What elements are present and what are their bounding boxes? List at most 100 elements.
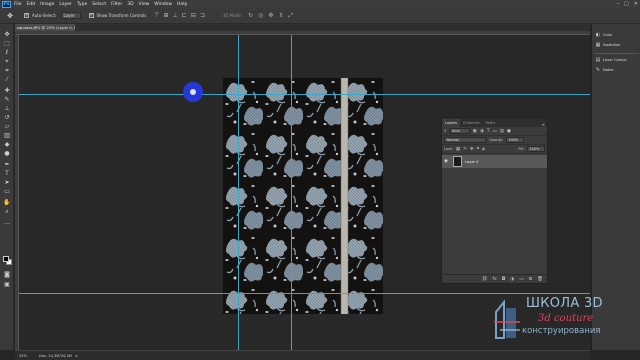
drag-3d-icon[interactable]: ✥ xyxy=(268,12,273,20)
menu-help[interactable]: Help xyxy=(177,2,187,7)
show-transform-checkbox[interactable] xyxy=(88,12,94,18)
delete-layer-icon[interactable]: 🗑︎ xyxy=(537,277,543,282)
marquee-tool-icon[interactable]: ⬚ xyxy=(2,39,12,48)
filter-kind-dropdown[interactable]: Kind xyxy=(449,128,470,134)
clone-stamp-tool-icon[interactable]: ⊥ xyxy=(2,104,12,113)
menu-layer[interactable]: Layer xyxy=(59,2,72,7)
minimize-icon[interactable]: – xyxy=(617,1,620,7)
add-mask-icon[interactable]: ◘ xyxy=(502,277,506,282)
eraser-tool-icon[interactable]: ▱ xyxy=(2,122,12,131)
filter-smart-object-icon[interactable]: ▤ xyxy=(500,129,504,134)
auto-select-checkbox[interactable] xyxy=(24,12,29,18)
filter-type-icon[interactable]: T xyxy=(487,129,490,134)
document-tab-bar: sapvaza.JPG @ 25% (Layer 0, RGB/8) xyxy=(15,24,590,31)
align-top-icon[interactable]: ⊤ xyxy=(154,12,159,19)
3d-mode-buttons: ↻ ◎ ✥ ⇕ ⤢ xyxy=(248,12,293,20)
dock-swatches[interactable]: ▦ Swatches xyxy=(595,40,621,50)
path-selection-tool-icon[interactable]: ➤ xyxy=(2,178,12,187)
menu-view[interactable]: View xyxy=(139,2,150,7)
align-bottom-icon[interactable]: ⊥ xyxy=(173,12,178,19)
filter-pixel-icon[interactable]: ▣ xyxy=(473,129,477,134)
lace-fabric-image xyxy=(223,78,383,314)
tab-paths[interactable]: Paths xyxy=(483,119,499,127)
filter-adjustment-icon[interactable]: ◑ xyxy=(480,129,484,134)
quick-select-tool-icon[interactable]: ⌖ xyxy=(2,57,12,66)
eyedropper-tool-icon[interactable]: ⁄ xyxy=(2,75,12,84)
more-tools-icon[interactable]: … xyxy=(2,218,12,227)
opacity-input[interactable]: 100% xyxy=(505,137,524,143)
menu-edit[interactable]: Edit xyxy=(27,2,36,7)
tab-channels[interactable]: Channels xyxy=(460,119,483,127)
pen-tool-icon[interactable]: ✒ xyxy=(2,160,12,169)
roll-3d-icon[interactable]: ◎ xyxy=(258,12,263,20)
scale-3d-icon[interactable]: ⤢ xyxy=(288,12,293,20)
screen-mode-icon[interactable]: ▣ xyxy=(2,280,12,289)
blur-tool-icon[interactable]: ◆ xyxy=(2,140,12,149)
link-layers-icon[interactable]: ⛓ xyxy=(482,277,488,282)
filter-toggle-icon[interactable]: ● xyxy=(507,129,511,134)
blend-mode-dropdown[interactable]: Normal xyxy=(444,137,486,143)
maximize-icon[interactable]: □ xyxy=(624,1,629,7)
layer-style-icon[interactable]: fx xyxy=(492,277,496,282)
lasso-tool-icon[interactable]: ℓ xyxy=(2,48,12,57)
shape-tool-icon[interactable]: ▭ xyxy=(2,187,12,196)
menu-window[interactable]: Window xyxy=(154,2,172,7)
layer-row[interactable]: ◉ Layer 0 xyxy=(442,155,547,168)
menu-image[interactable]: Image xyxy=(40,2,54,7)
menu-filter[interactable]: Filter xyxy=(111,2,122,7)
filter-shape-icon[interactable]: ▭ xyxy=(492,129,496,134)
status-menu-arrow-icon[interactable]: ▸ xyxy=(76,354,78,358)
healing-brush-tool-icon[interactable]: ✚ xyxy=(2,86,12,95)
foreground-color-swatch[interactable] xyxy=(3,256,9,262)
lock-image-icon[interactable]: ✎ xyxy=(463,147,467,152)
fill-input[interactable]: 100% xyxy=(527,146,545,152)
quick-mask-icon[interactable]: ◙ xyxy=(2,270,12,279)
type-tool-icon[interactable]: T xyxy=(2,169,12,178)
horizontal-guide-top[interactable] xyxy=(19,94,590,95)
tab-layers[interactable]: Layers xyxy=(442,119,460,127)
history-brush-tool-icon[interactable]: ↺ xyxy=(2,113,12,122)
slide-3d-icon[interactable]: ⇕ xyxy=(278,12,283,20)
visibility-eye-icon[interactable]: ◉ xyxy=(444,159,450,164)
zoom-tool-icon[interactable]: ⌕ xyxy=(2,207,12,216)
dodge-tool-icon[interactable]: ● xyxy=(2,149,12,158)
menu-type[interactable]: Type xyxy=(77,2,87,7)
fabric-photo[interactable] xyxy=(223,78,383,314)
align-left-icon[interactable]: ⊏ xyxy=(182,12,187,19)
align-center-icon[interactable]: ⊟ xyxy=(191,12,196,19)
crop-tool-icon[interactable]: ⌗ xyxy=(2,66,12,75)
document-info: Doc: 34,3M/34,3M xyxy=(39,353,72,358)
vertical-guide-left[interactable] xyxy=(238,35,239,350)
lock-position-icon[interactable]: ✥ xyxy=(470,147,474,152)
menu-select[interactable]: Select xyxy=(92,2,106,7)
auto-select-dropdown[interactable]: Layer xyxy=(60,12,81,19)
document-tab[interactable]: sapvaza.JPG @ 25% (Layer 0, RGB/8) xyxy=(15,24,75,31)
hand-tool-icon[interactable]: ✋ xyxy=(2,198,12,207)
lock-fill-row: Lock: ▦ ✎ ✥ ⌗ 🔒︎ Fill: 100% xyxy=(442,145,547,154)
zoom-level[interactable]: 25% xyxy=(19,354,27,358)
align-right-icon[interactable]: ⊐ xyxy=(200,12,205,19)
adjustment-layer-icon[interactable]: ◑ xyxy=(510,277,514,282)
dock-color[interactable]: ◐ Color xyxy=(595,30,613,40)
align-middle-icon[interactable]: ⊞ xyxy=(164,12,169,19)
layer-name[interactable]: Layer 0 xyxy=(465,160,478,164)
menu-3d[interactable]: 3D xyxy=(127,2,133,7)
move-tool-icon[interactable]: ✥ xyxy=(4,11,16,21)
lock-artboard-icon[interactable]: ⌗ xyxy=(477,146,480,152)
close-icon[interactable]: ✕ xyxy=(634,1,638,7)
dock-layer-comps[interactable]: ▤ Layer Comps xyxy=(595,55,627,65)
lock-transparent-icon[interactable]: ▦ xyxy=(456,147,460,152)
vertical-guide-right[interactable] xyxy=(291,35,292,350)
new-group-icon[interactable]: ▭ xyxy=(519,277,523,282)
brush-tool-icon[interactable]: ✎ xyxy=(2,95,12,104)
lock-all-icon[interactable]: 🔒︎ xyxy=(482,146,484,152)
dock-notes[interactable]: ✎ Notes xyxy=(595,65,614,75)
rotate-3d-icon[interactable]: ↻ xyxy=(248,12,253,20)
color-swatches[interactable] xyxy=(3,256,12,265)
menu-file[interactable]: File xyxy=(14,2,22,7)
horizontal-guide-bottom[interactable] xyxy=(19,293,590,294)
panel-menu-icon[interactable]: ≡ xyxy=(542,122,547,127)
gradient-tool-icon[interactable]: ▥ xyxy=(2,131,12,140)
move-tool-icon[interactable]: ✥ xyxy=(2,30,12,39)
new-layer-icon[interactable]: ⊞ xyxy=(529,277,533,282)
